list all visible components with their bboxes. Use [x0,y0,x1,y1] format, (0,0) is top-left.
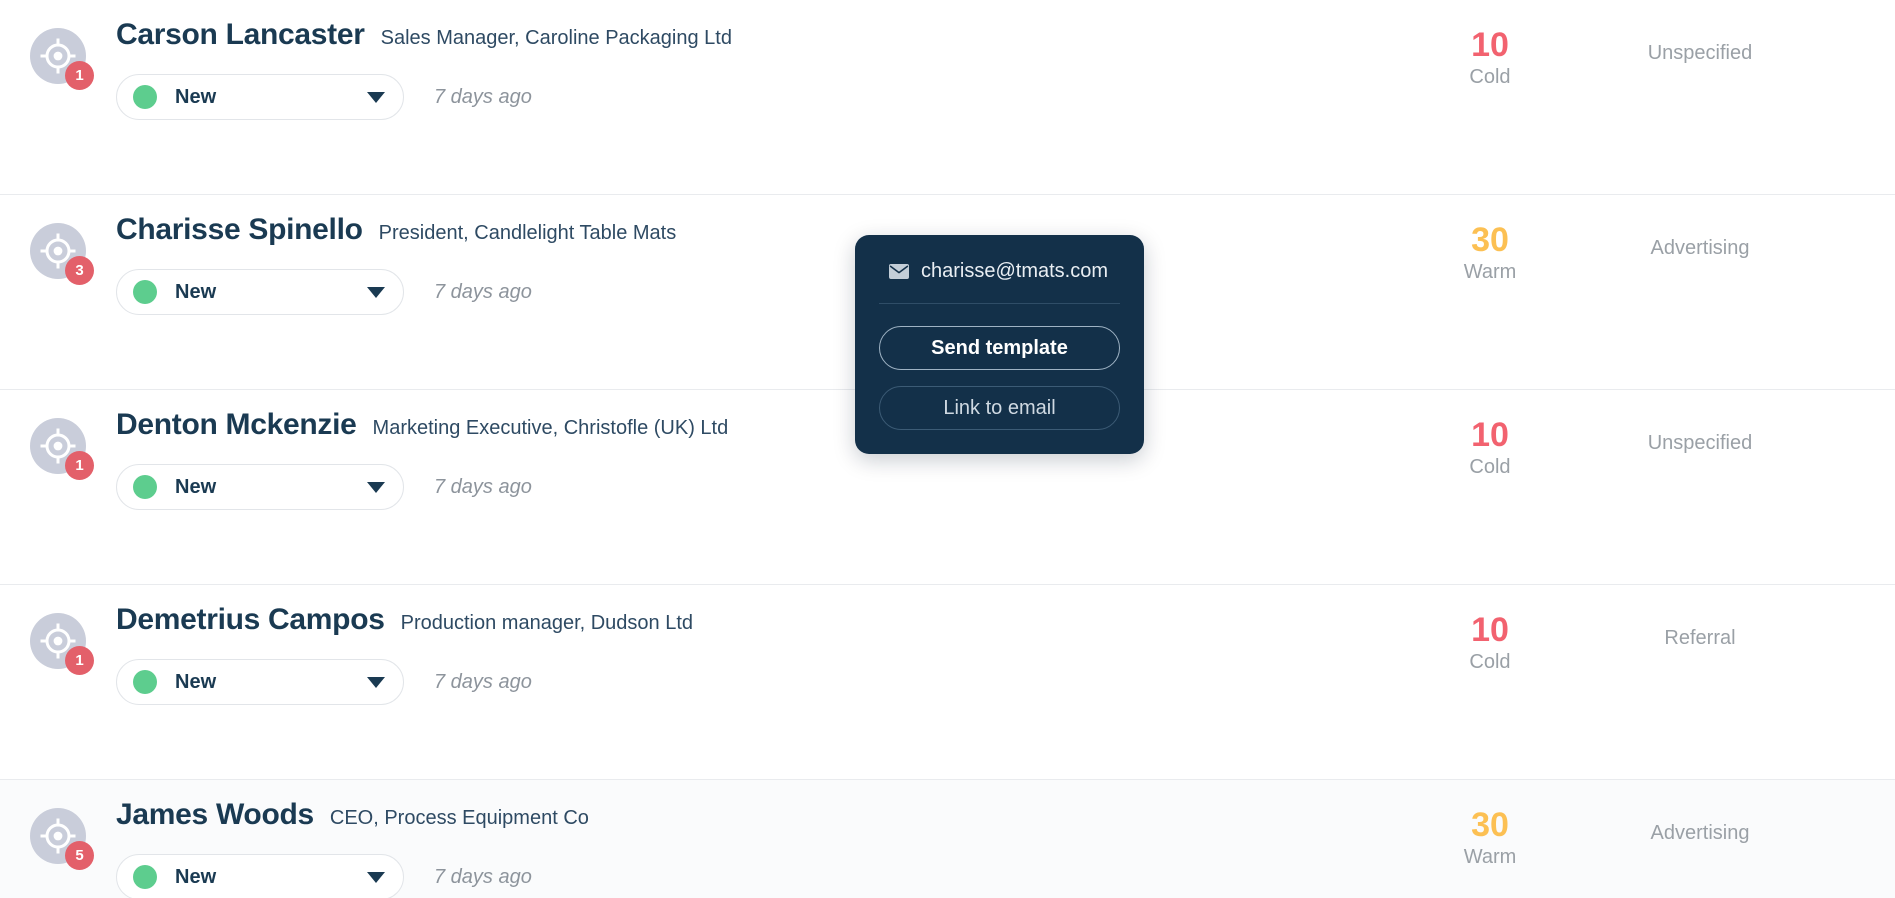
lead-timestamp: 7 days ago [434,85,532,108]
lead-timestamp: 7 days ago [434,475,532,498]
avatar[interactable]: 1 [30,418,94,480]
lead-title: Sales Manager, Caroline Packaging Ltd [380,27,732,49]
email-address: charisse@tmats.com [921,260,1109,282]
lead-heading: James Woods CEO, Process Equipment Co [116,798,1405,832]
lead-list-page: 1 Carson Lancaster Sales Manager, Caroli… [0,0,1895,898]
lead-temperature: Cold [1469,66,1511,89]
score-cell: 30 Warm [1405,209,1575,284]
lead-heading: Denton Mckenzie Marketing Executive, Chr… [116,408,1405,442]
lead-name[interactable]: Demetrius Campos [116,603,385,637]
lead-status-row: New 7 days ago [116,854,1405,898]
status-badge: 5 [65,841,94,870]
lead-status-row: New 7 days ago [116,659,1405,705]
lead-source: Referral [1664,627,1736,649]
lead-heading: Carson Lancaster Sales Manager, Caroline… [116,18,1405,52]
lead-title: President, Candlelight Table Mats [378,222,677,244]
lead-status-row: New 7 days ago [116,269,1405,315]
lead-score: 30 [1471,221,1509,259]
avatar-cell: 5 [0,794,116,870]
avatar[interactable]: 1 [30,28,94,90]
lead-title: Marketing Executive, Christofle (UK) Ltd [372,417,729,439]
table-row[interactable]: 1 Carson Lancaster Sales Manager, Caroli… [0,0,1895,195]
lead-timestamp: 7 days ago [434,670,532,693]
status-badge: 1 [65,61,94,90]
chevron-down-icon [367,286,385,298]
lead-name[interactable]: James Woods [116,798,314,832]
score-cell: 10 Cold [1405,599,1575,674]
lead-title: CEO, Process Equipment Co [329,807,589,829]
status-dot-icon [133,865,157,889]
email-address-row[interactable]: charisse@tmats.com [879,257,1120,283]
lead-source: Advertising [1650,822,1750,844]
status-badge: 1 [65,646,94,675]
table-row[interactable]: 5 James Woods CEO, Process Equipment Co … [0,780,1895,898]
lead-info: Demetrius Campos Production manager, Dud… [116,599,1405,705]
status-dot-icon [133,280,157,304]
lead-info: Carson Lancaster Sales Manager, Caroline… [116,14,1405,120]
status-value: New [175,670,217,693]
status-dropdown[interactable]: New [116,464,404,510]
avatar-cell: 1 [0,404,116,480]
avatar[interactable]: 3 [30,223,94,285]
status-dot-icon [133,475,157,499]
lead-score: 10 [1471,26,1509,64]
lead-name[interactable]: Denton Mckenzie [116,408,357,442]
status-dot-icon [133,670,157,694]
lead-info: Charisse Spinello President, Candlelight… [116,209,1405,315]
lead-timestamp: 7 days ago [434,865,532,888]
score-cell: 10 Cold [1405,404,1575,479]
lead-heading: Charisse Spinello President, Candlelight… [116,213,1405,247]
chevron-down-icon [367,871,385,883]
lead-status-row: New 7 days ago [116,74,1405,120]
lead-temperature: Cold [1469,456,1511,479]
lead-score: 10 [1471,416,1509,454]
lead-score: 30 [1471,806,1509,844]
chevron-down-icon [367,481,385,493]
status-value: New [175,85,217,108]
status-dot-icon [133,85,157,109]
avatar[interactable]: 1 [30,613,94,675]
status-dropdown[interactable]: New [116,854,404,898]
chevron-down-icon [367,91,385,103]
envelope-icon [889,264,909,279]
lead-source: Advertising [1650,237,1750,259]
lead-heading: Demetrius Campos Production manager, Dud… [116,603,1405,637]
lead-status-row: New 7 days ago [116,464,1405,510]
lead-temperature: Warm [1463,846,1517,869]
status-value: New [175,280,217,303]
lead-title: Production manager, Dudson Ltd [400,612,694,634]
lead-source: Unspecified [1647,42,1753,64]
lead-name[interactable]: Charisse Spinello [116,213,363,247]
lead-timestamp: 7 days ago [434,280,532,303]
avatar-cell: 3 [0,209,116,285]
score-cell: 30 Warm [1405,794,1575,869]
status-value: New [175,865,217,888]
send-template-button[interactable]: Send template [879,326,1120,370]
lead-temperature: Cold [1469,651,1511,674]
score-cell: 10 Cold [1405,14,1575,89]
popup-divider [879,303,1120,304]
lead-name[interactable]: Carson Lancaster [116,18,365,52]
chevron-down-icon [367,676,385,688]
avatar-cell: 1 [0,599,116,675]
lead-info: Denton Mckenzie Marketing Executive, Chr… [116,404,1405,510]
status-value: New [175,475,217,498]
status-badge: 1 [65,451,94,480]
status-dropdown[interactable]: New [116,659,404,705]
lead-score: 10 [1471,611,1509,649]
status-badge: 3 [65,256,94,285]
lead-info: James Woods CEO, Process Equipment Co Ne… [116,794,1405,898]
avatar[interactable]: 5 [30,808,94,870]
status-dropdown[interactable]: New [116,269,404,315]
avatar-cell: 1 [0,14,116,90]
table-row[interactable]: 1 Demetrius Campos Production manager, D… [0,585,1895,780]
status-dropdown[interactable]: New [116,74,404,120]
link-to-email-button[interactable]: Link to email [879,386,1120,430]
email-action-popup: charisse@tmats.com Send template Link to… [855,235,1144,454]
lead-temperature: Warm [1463,261,1517,284]
lead-source: Unspecified [1647,432,1753,454]
